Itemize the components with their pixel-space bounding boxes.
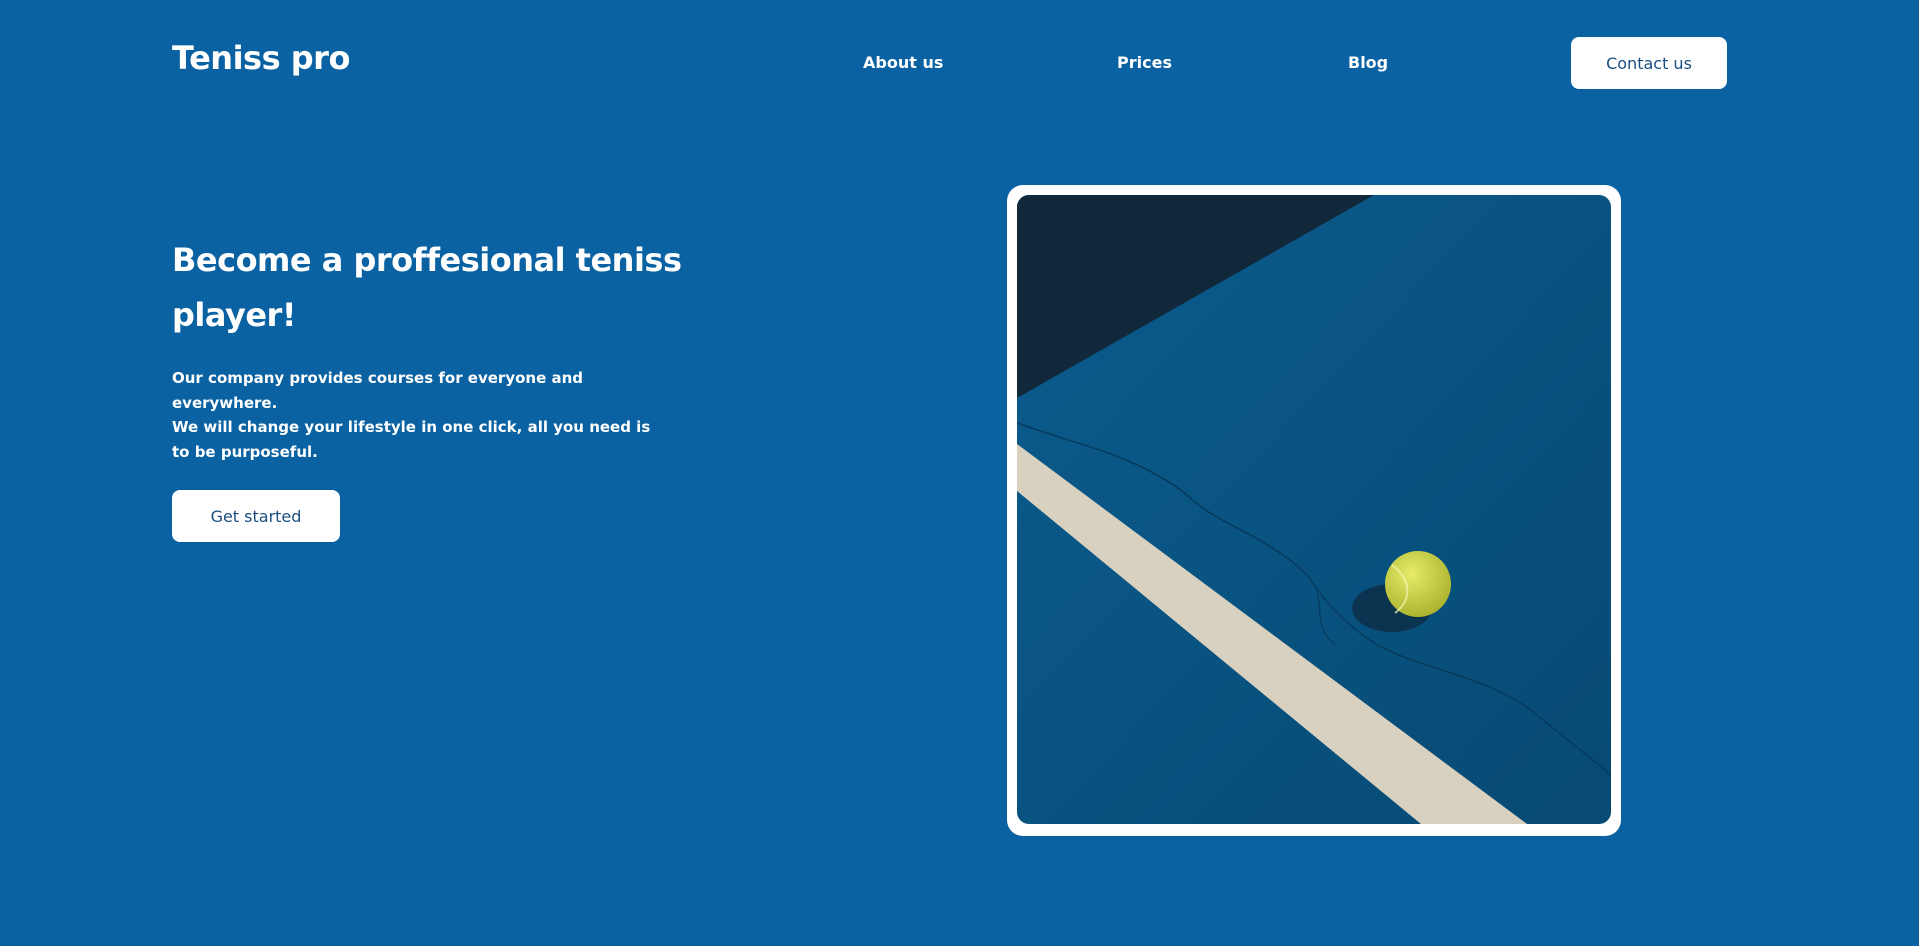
- hero-paragraph-2: We will change your lifestyle in one cli…: [172, 418, 651, 461]
- tennis-court-photo: [1017, 195, 1611, 824]
- logo[interactable]: Teniss pro: [172, 36, 350, 80]
- nav-link-blog[interactable]: Blog: [1348, 52, 1388, 74]
- tennis-ball: [1385, 551, 1451, 617]
- hero-title: Become a proffesional teniss player!: [172, 241, 682, 334]
- hero-image-frame: [1007, 185, 1621, 836]
- tennis-court-illustration: [1017, 195, 1611, 824]
- hero-paragraph-1: Our company provides courses for everyon…: [172, 369, 584, 412]
- nav-link-about[interactable]: About us: [863, 52, 943, 74]
- get-started-button[interactable]: Get started: [172, 490, 340, 542]
- contact-us-button[interactable]: Contact us: [1571, 37, 1727, 89]
- site-header: Teniss pro About us Prices Blog Contact …: [0, 0, 1919, 120]
- nav-link-prices[interactable]: Prices: [1117, 52, 1172, 74]
